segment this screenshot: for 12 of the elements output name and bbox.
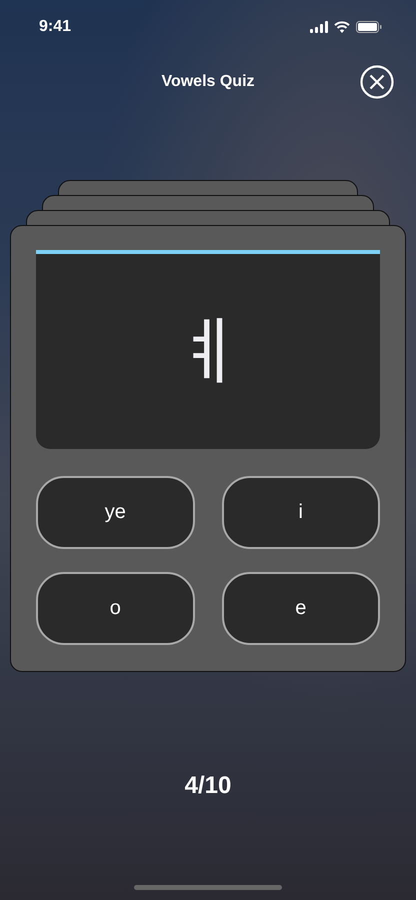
status-time: 9:41: [39, 18, 72, 36]
quiz-title: Vowels Quiz: [161, 73, 255, 91]
answer-button[interactable]: ye: [36, 476, 194, 549]
progress-counter: 4/10: [184, 772, 232, 800]
answer-button[interactable]: e: [222, 572, 380, 645]
close-button[interactable]: [360, 65, 394, 99]
wifi-icon: [334, 21, 350, 33]
answer-button[interactable]: i: [222, 476, 380, 549]
answer-button[interactable]: o: [36, 572, 194, 645]
battery-icon: [356, 21, 382, 33]
vowel-character: ㅖ: [170, 314, 246, 390]
signal-icon: [310, 21, 328, 33]
